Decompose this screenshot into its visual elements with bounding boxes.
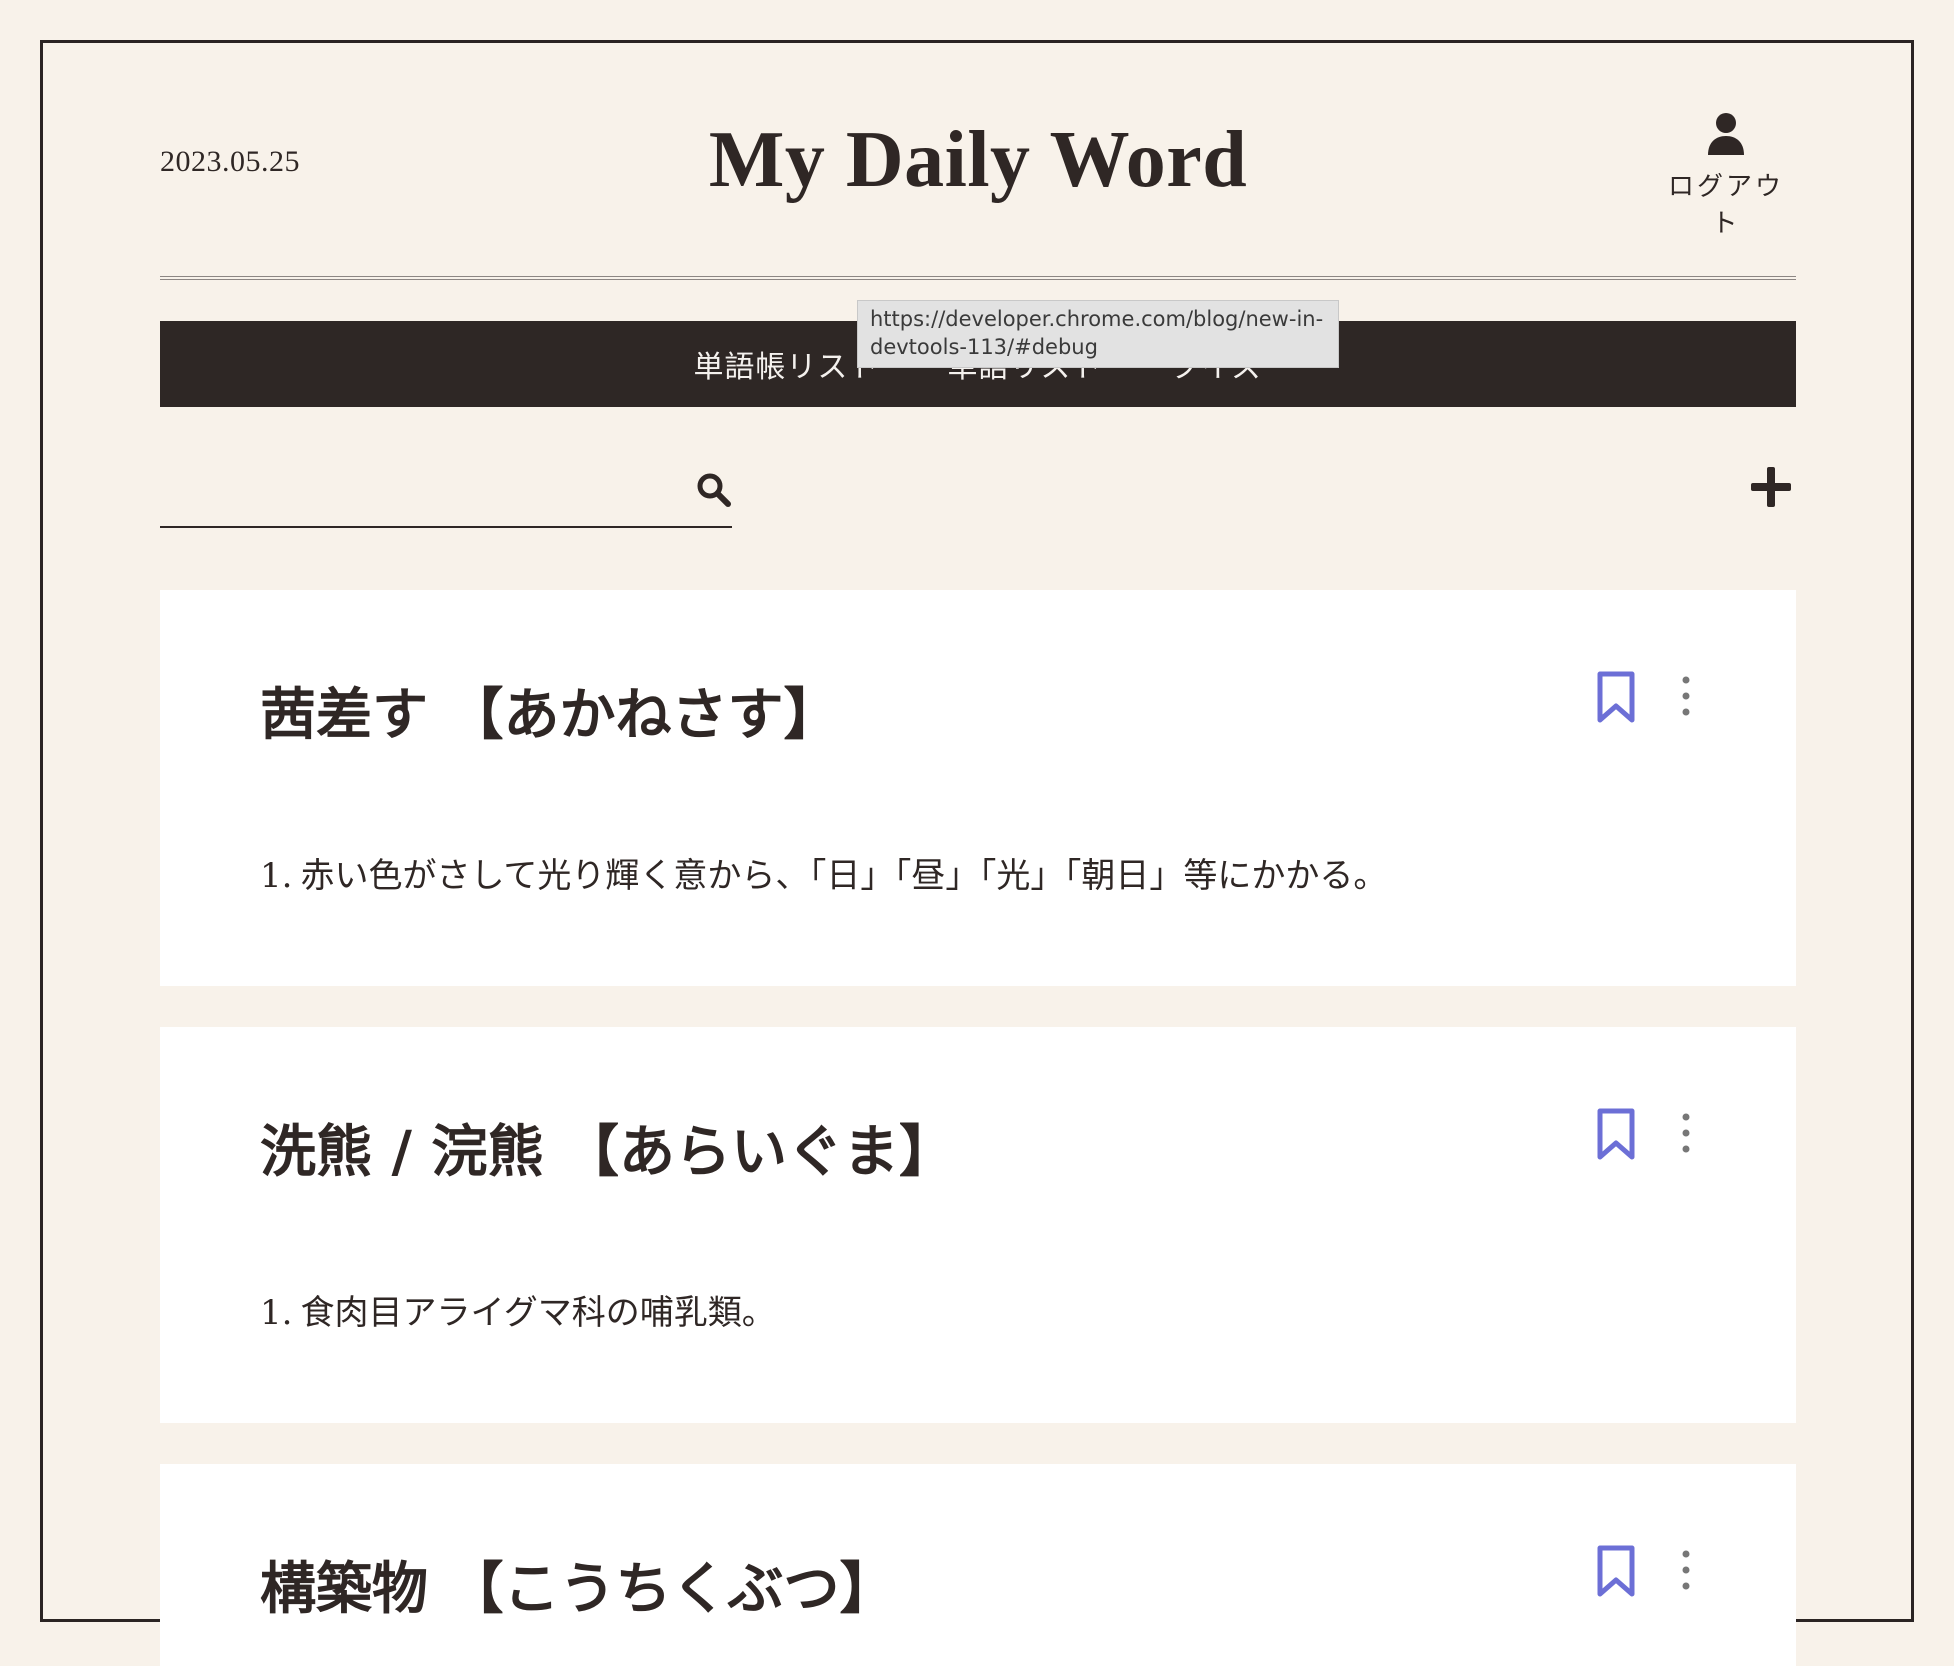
logout-button[interactable]: ログアウト <box>1656 112 1796 240</box>
more-vertical-icon[interactable] <box>1680 1548 1692 1592</box>
meaning-number: 1. <box>260 1293 293 1333</box>
word-title: 洗熊 / 浣熊 【あらいぐま】 <box>260 1119 955 1185</box>
search-icon[interactable] <box>696 472 732 508</box>
logout-label: ログアウト <box>1667 172 1784 239</box>
word-card[interactable]: 構築物 【こうちくぶつ】 <box>160 1464 1796 1666</box>
search-box <box>160 460 732 528</box>
word-meaning: 1. 赤い色がさして光り輝く意から、「日」「昼」「光」「朝日」等にかかる。 <box>260 848 1387 897</box>
word-title: 構築物 【こうちくぶつ】 <box>260 1556 896 1622</box>
site-header: 2023.05.25 My Daily Word ログアウト <box>160 100 1796 240</box>
meaning-text: 赤い色がさして光り輝く意から、「日」「昼」「光」「朝日」等にかかる。 <box>300 856 1388 896</box>
search-input[interactable] <box>160 460 664 526</box>
user-icon <box>1708 113 1744 155</box>
word-card[interactable]: 洗熊 / 浣熊 【あらいぐま】 1. 食肉目アライグマ科の哺乳類。 <box>160 1027 1796 1423</box>
plus-icon[interactable] <box>1749 465 1793 509</box>
meaning-text: 食肉目アライグマ科の哺乳類。 <box>300 1293 776 1333</box>
bookmark-icon[interactable] <box>1594 670 1638 724</box>
link-url-tooltip: https://developer.chrome.com/blog/new-in… <box>857 300 1339 368</box>
bookmark-icon[interactable] <box>1594 1544 1638 1598</box>
word-card[interactable]: 茜差す 【あかねさす】 1. 赤い色がさして光り輝く意から、「日」「昼」「光」「朝… <box>160 590 1796 986</box>
bookmark-icon[interactable] <box>1594 1107 1638 1161</box>
more-vertical-icon[interactable] <box>1680 674 1692 718</box>
word-title: 茜差す 【あかねさす】 <box>260 682 840 748</box>
meaning-number: 1. <box>260 856 293 896</box>
header-divider <box>160 276 1796 280</box>
nav-item-wordbook-list[interactable]: 単語帳リスト <box>693 342 879 386</box>
site-title[interactable]: My Daily Word <box>160 120 1796 200</box>
more-vertical-icon[interactable] <box>1680 1111 1692 1155</box>
word-meaning: 1. 食肉目アライグマ科の哺乳類。 <box>260 1285 776 1334</box>
